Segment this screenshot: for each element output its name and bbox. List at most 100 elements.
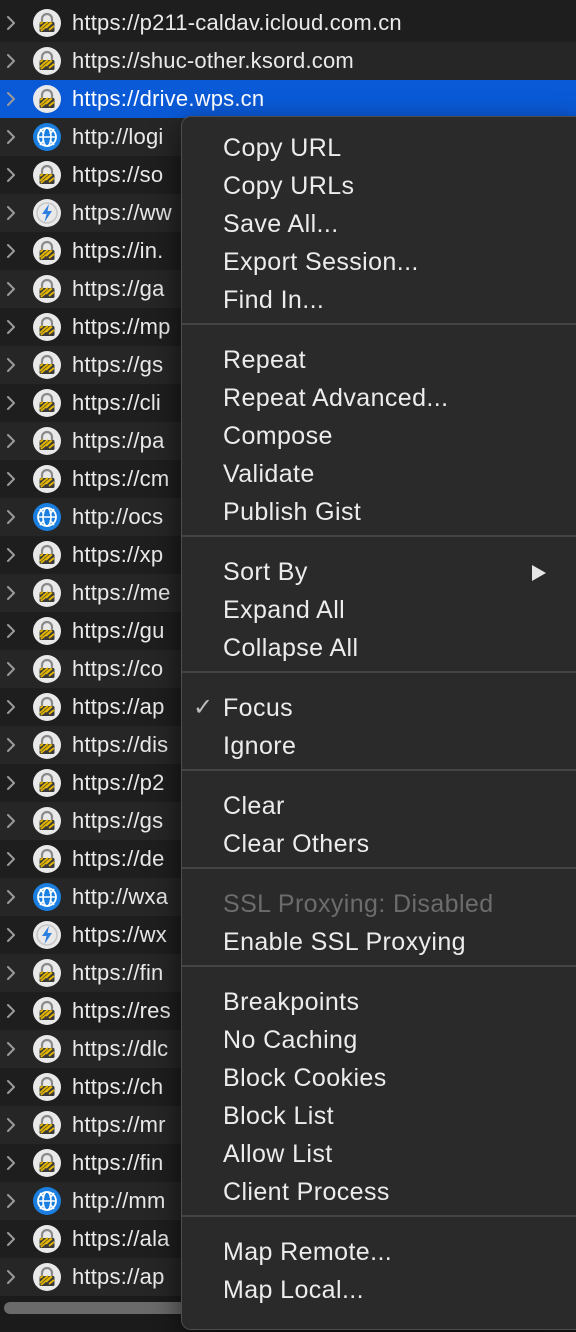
menu-item-ignore[interactable]: Ignore <box>182 727 576 765</box>
menu-item-label: Collapse All <box>223 634 359 662</box>
menu-item-repeat[interactable]: Repeat <box>182 341 576 379</box>
menu-item-copy-url[interactable]: Copy URL <box>182 129 576 167</box>
chevron-right-icon[interactable] <box>6 1156 16 1170</box>
menu-item-breakpoints[interactable]: Breakpoints <box>182 983 576 1021</box>
menu-separator <box>182 769 576 771</box>
chevron-right-icon[interactable] <box>6 168 16 182</box>
host-url: https://co <box>72 656 164 681</box>
host-url: https://cli <box>72 390 162 415</box>
chevron-right-icon[interactable] <box>6 776 16 790</box>
lock-icon <box>32 616 62 646</box>
menu-item-expand-all[interactable]: Expand All <box>182 591 576 629</box>
menu-item-save-all[interactable]: Save All... <box>182 205 576 243</box>
lock-icon <box>32 1110 62 1140</box>
host-url: https://ala <box>72 1226 170 1251</box>
menu-item-validate[interactable]: Validate <box>182 455 576 493</box>
lightning-icon <box>32 198 62 228</box>
menu-item-focus[interactable]: ✓ Focus <box>182 689 576 727</box>
chevron-right-icon[interactable] <box>6 396 16 410</box>
host-url: https://p2 <box>72 770 165 795</box>
menu-item-label: Publish Gist <box>223 498 362 526</box>
menu-item-block-list[interactable]: Block List <box>182 1097 576 1135</box>
menu-item-allow-list[interactable]: Allow List <box>182 1135 576 1173</box>
chevron-right-icon[interactable] <box>6 700 16 714</box>
chevron-right-icon[interactable] <box>6 966 16 980</box>
lock-icon <box>32 160 62 190</box>
menu-item-clear-others[interactable]: Clear Others <box>182 825 576 863</box>
menu-separator <box>182 671 576 673</box>
lock-icon <box>32 274 62 304</box>
chevron-right-icon[interactable] <box>6 244 16 258</box>
chevron-right-icon[interactable] <box>6 16 16 30</box>
lock-icon <box>32 730 62 760</box>
menu-item-label: Repeat Advanced... <box>223 384 449 412</box>
menu-item-label: Block Cookies <box>223 1064 387 1092</box>
chevron-right-icon[interactable] <box>6 586 16 600</box>
session-row[interactable]: https://shuc-other.ksord.com <box>0 42 576 80</box>
chevron-right-icon[interactable] <box>6 358 16 372</box>
chevron-right-icon[interactable] <box>6 662 16 676</box>
menu-item-collapse-all[interactable]: Collapse All <box>182 629 576 667</box>
host-url: http://logi <box>72 124 164 149</box>
chevron-right-icon[interactable] <box>6 928 16 942</box>
host-url: http://wxa <box>72 884 169 909</box>
menu-item-compose[interactable]: Compose <box>182 417 576 455</box>
menu-item-label: Compose <box>223 422 333 450</box>
context-menu: Copy URL Copy URLs Save All... Export Sessi… <box>181 116 576 1330</box>
chevron-right-icon[interactable] <box>6 852 16 866</box>
chevron-right-icon[interactable] <box>6 1118 16 1132</box>
menu-item-label: Validate <box>223 460 315 488</box>
menu-item-publish-gist[interactable]: Publish Gist <box>182 493 576 531</box>
menu-item-label: Map Local... <box>223 1276 364 1304</box>
host-url: https://res <box>72 998 171 1023</box>
chevron-right-icon[interactable] <box>6 1270 16 1284</box>
menu-item-map-local[interactable]: Map Local... <box>182 1271 576 1309</box>
menu-item-label: Map Remote... <box>223 1238 393 1266</box>
lock-icon <box>32 578 62 608</box>
menu-item-repeat-advanced[interactable]: Repeat Advanced... <box>182 379 576 417</box>
chevron-right-icon[interactable] <box>6 1080 16 1094</box>
chevron-right-icon[interactable] <box>6 548 16 562</box>
menu-item-export-session[interactable]: Export Session... <box>182 243 576 281</box>
chevron-right-icon[interactable] <box>6 1232 16 1246</box>
menu-item-copy-urls[interactable]: Copy URLs <box>182 167 576 205</box>
chevron-right-icon[interactable] <box>6 738 16 752</box>
host-url: https://wx <box>72 922 167 947</box>
lock-icon <box>32 312 62 342</box>
chevron-right-icon[interactable] <box>6 434 16 448</box>
chevron-right-icon[interactable] <box>6 510 16 524</box>
menu-item-clear[interactable]: Clear <box>182 787 576 825</box>
menu-item-block-cookies[interactable]: Block Cookies <box>182 1059 576 1097</box>
session-row[interactable]: https://p211-caldav.icloud.com.cn <box>0 4 576 42</box>
globe-icon <box>32 122 62 152</box>
session-row[interactable]: https://drive.wps.cn <box>0 80 576 118</box>
host-url: https://fin <box>72 1150 164 1175</box>
chevron-right-icon[interactable] <box>6 1004 16 1018</box>
lock-icon <box>32 768 62 798</box>
menu-item-map-remote[interactable]: Map Remote... <box>182 1233 576 1271</box>
chevron-right-icon[interactable] <box>6 1194 16 1208</box>
chevron-right-icon[interactable] <box>6 320 16 334</box>
chevron-right-icon[interactable] <box>6 54 16 68</box>
chevron-right-icon[interactable] <box>6 130 16 144</box>
chevron-right-icon[interactable] <box>6 282 16 296</box>
host-url: https://ch <box>72 1074 164 1099</box>
menu-item-label: Copy URLs <box>223 172 355 200</box>
chevron-right-icon[interactable] <box>6 890 16 904</box>
menu-item-sort-by[interactable]: Sort By <box>182 553 576 591</box>
menu-item-no-caching[interactable]: No Caching <box>182 1021 576 1059</box>
menu-item-label: Expand All <box>223 596 346 624</box>
chevron-right-icon[interactable] <box>6 1042 16 1056</box>
lock-icon <box>32 692 62 722</box>
chevron-right-icon[interactable] <box>6 814 16 828</box>
lock-icon <box>32 46 62 76</box>
scrollbar-thumb[interactable] <box>4 1302 194 1314</box>
menu-item-client-process[interactable]: Client Process <box>182 1173 576 1211</box>
chevron-right-icon[interactable] <box>6 206 16 220</box>
chevron-right-icon[interactable] <box>6 92 16 106</box>
menu-item-find-in[interactable]: Find In... <box>182 281 576 319</box>
chevron-right-icon[interactable] <box>6 472 16 486</box>
menu-item-enable-ssl-proxying[interactable]: Enable SSL Proxying <box>182 923 576 961</box>
chevron-right-icon[interactable] <box>6 624 16 638</box>
host-url: https://dlc <box>72 1036 169 1061</box>
